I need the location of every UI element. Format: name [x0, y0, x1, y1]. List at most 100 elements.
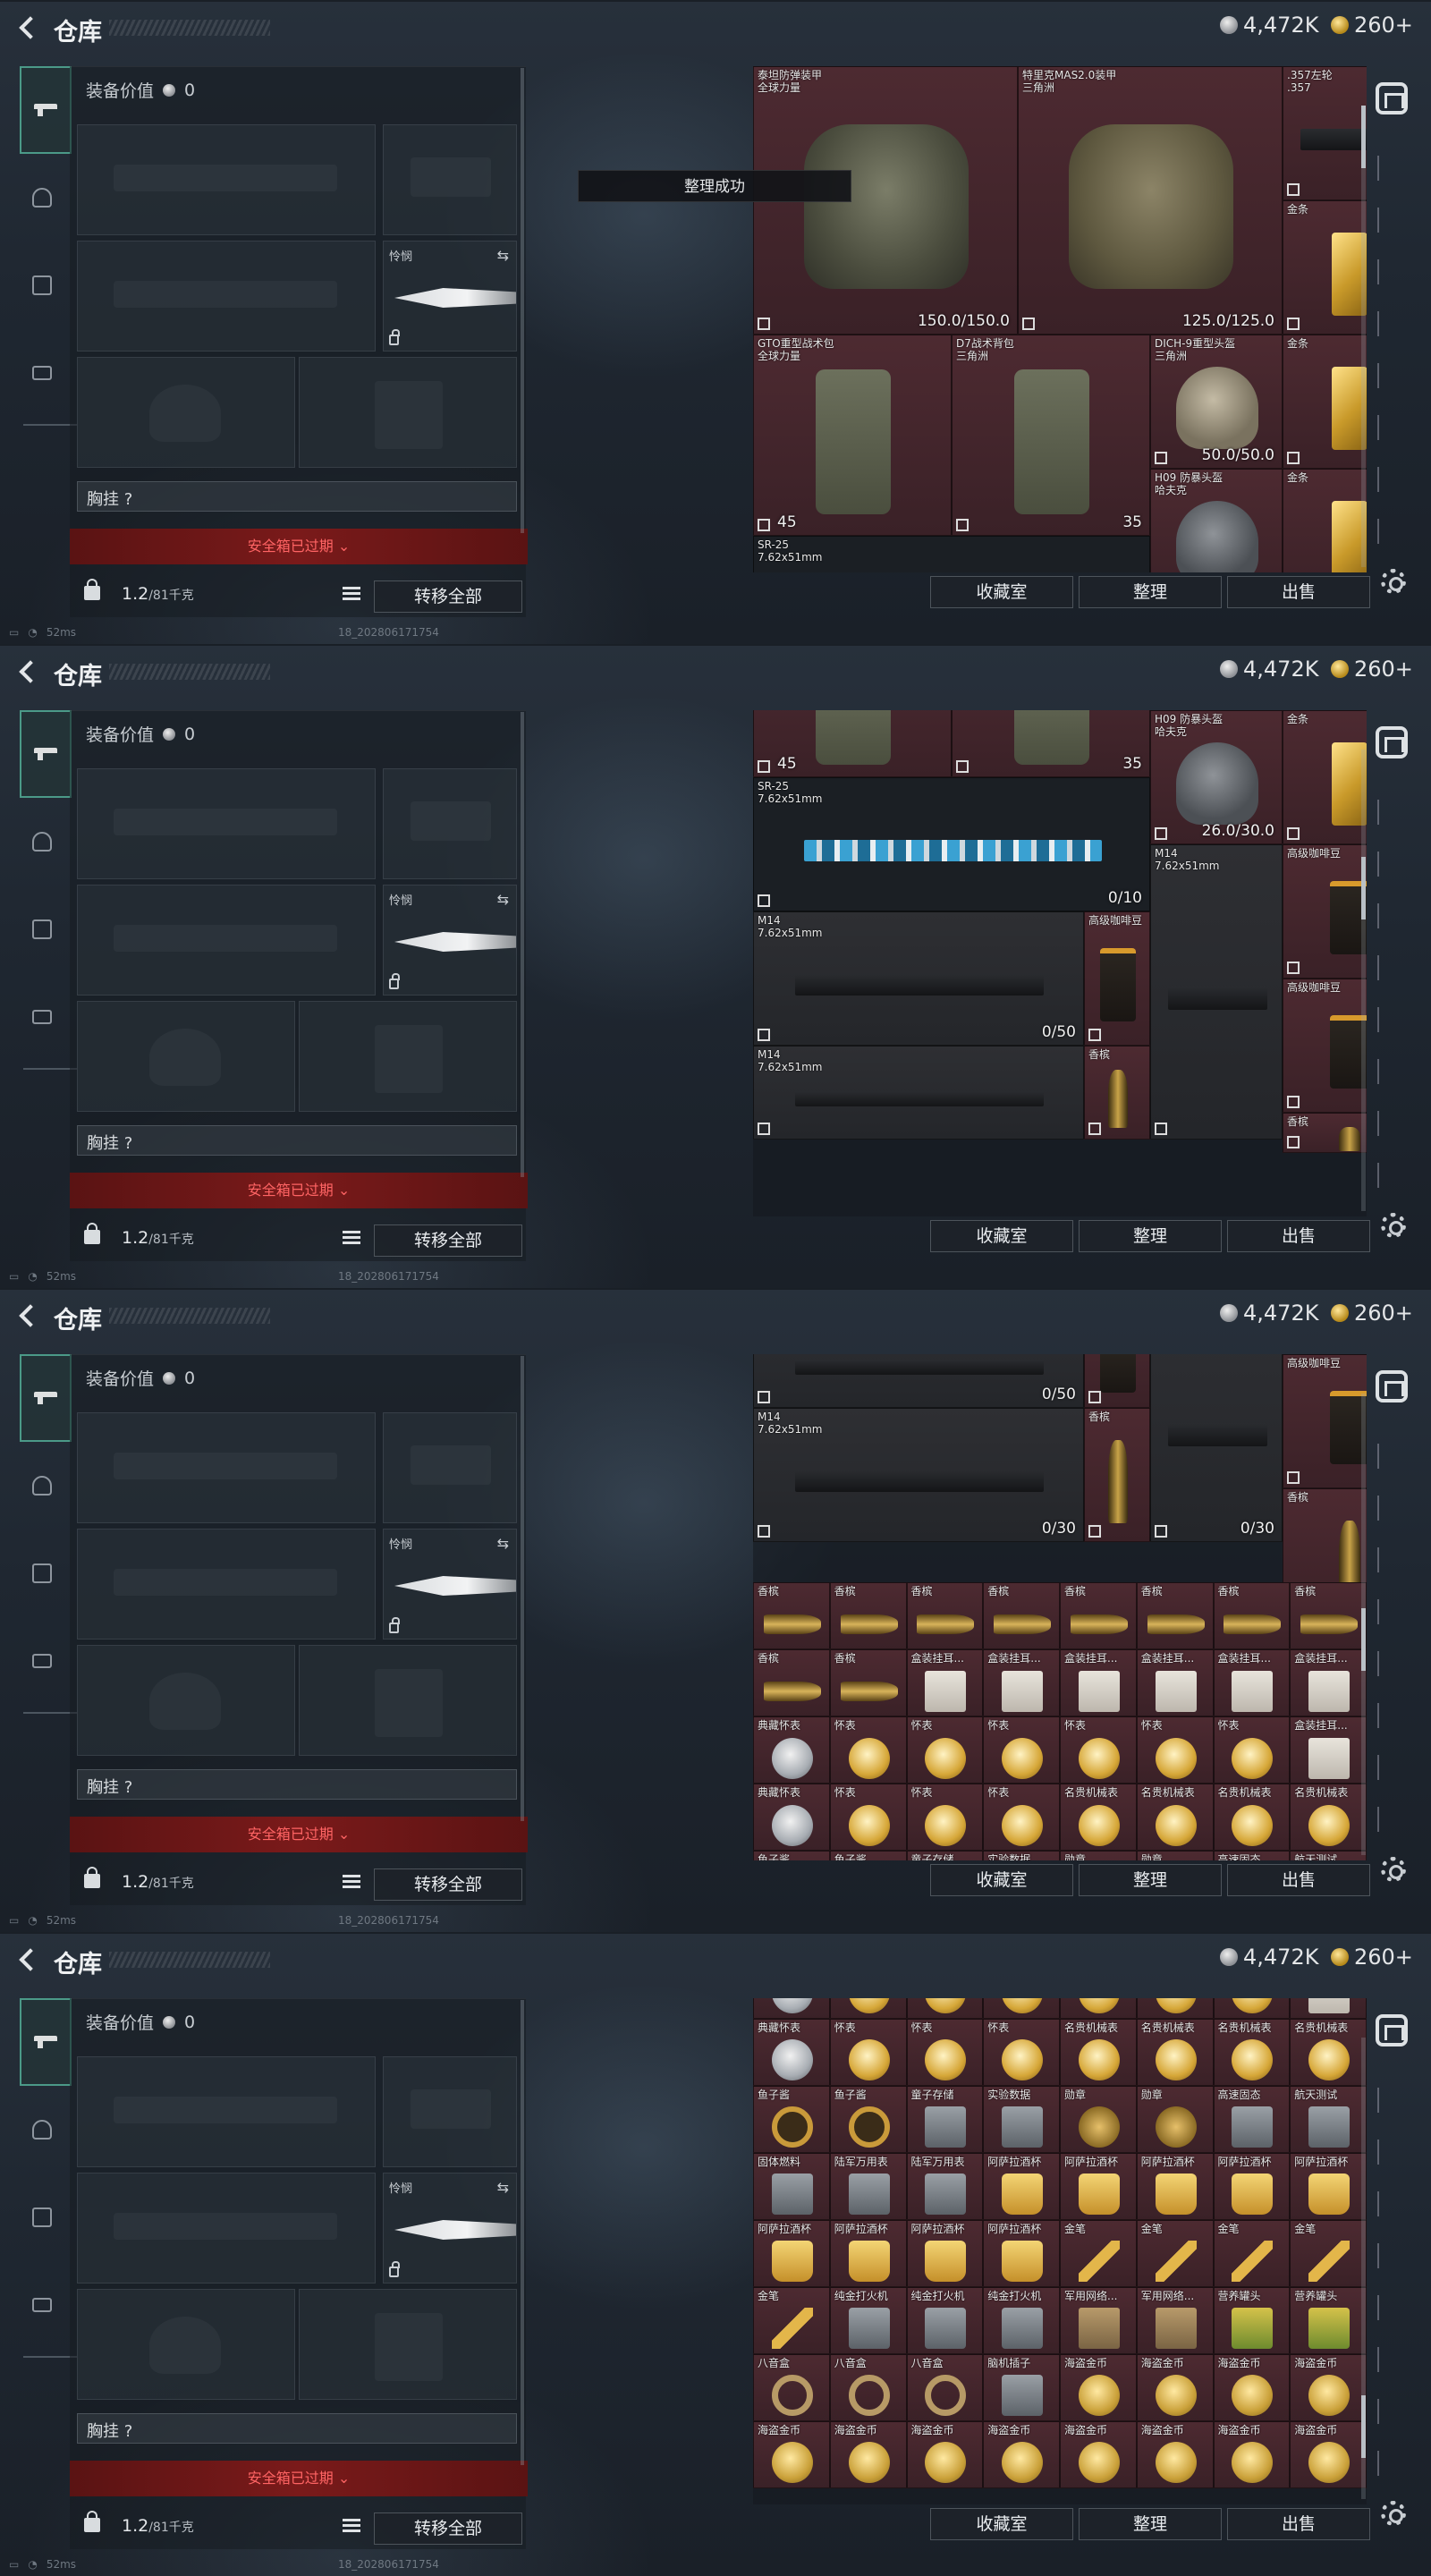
stash-scroll-thumb[interactable]	[1361, 857, 1366, 919]
loadout-slot-icon[interactable]	[1377, 1755, 1413, 1780]
stash-item[interactable]: 高级咖啡豆	[1283, 844, 1367, 979]
gear-icon[interactable]	[1381, 2501, 1406, 2526]
back-arrow-icon[interactable]	[16, 660, 36, 682]
stash-item[interactable]: DICH-9重型头盔 三角洲 50.0/50.0	[1150, 335, 1283, 469]
stash-item[interactable]: 八音盒	[906, 2353, 984, 2421]
stash-item[interactable]: M14 7.62x51mm	[1150, 844, 1283, 1140]
stash-item[interactable]: 典藏怀表	[753, 1784, 830, 1851]
organize-button[interactable]: 整理	[1079, 1220, 1222, 1252]
collection-room-button[interactable]: 收藏室	[930, 1220, 1073, 1252]
stash-item[interactable]: 实验数据	[983, 1851, 1060, 1860]
stash-item[interactable]: 怀表	[983, 1784, 1060, 1851]
stash-item[interactable]: 怀表	[906, 1716, 984, 1784]
loadout-slot-icon[interactable]	[1377, 311, 1413, 336]
loadout-slot-icon[interactable]	[1377, 1444, 1413, 1469]
loadout-slot-icon[interactable]	[1377, 2140, 1413, 2165]
stash-item[interactable]: 香槟	[753, 1649, 830, 1716]
loadout-slot-icon[interactable]	[1377, 1807, 1413, 1832]
loadout-slot-icon[interactable]	[1377, 2088, 1413, 2113]
stash-item[interactable]: 陆军万用表	[829, 2152, 907, 2220]
primary-weapon-slot[interactable]	[77, 1412, 376, 1523]
stash-item[interactable]: 八音盒	[753, 2353, 830, 2421]
nav-briefcase[interactable]	[21, 1640, 63, 1682]
loadout-slot-icon[interactable]	[1377, 1496, 1413, 1521]
pistol-slot[interactable]	[383, 1412, 517, 1523]
stash-item[interactable]: 高速固态	[1213, 1851, 1291, 1860]
loadout-slot-icon[interactable]	[1377, 1651, 1413, 1676]
stash-item[interactable]: 怀表	[906, 1784, 984, 1851]
stash-item[interactable]: 纯金打火机	[983, 2286, 1060, 2354]
helmet-slot[interactable]	[77, 1001, 295, 1112]
stash-item[interactable]: 45	[753, 710, 952, 777]
primary-weapon-slot[interactable]	[77, 124, 376, 235]
stash-item[interactable]: M14 7.62x51mm 0/30	[753, 1408, 1084, 1542]
stash-item[interactable]: 阿萨拉酒杯	[1213, 2152, 1291, 2220]
stash-item[interactable]: 金笔	[1213, 2219, 1291, 2287]
stash-item[interactable]: 高级咖啡豆	[1283, 979, 1367, 1113]
nav-weapons[interactable]	[20, 66, 72, 154]
stash-item[interactable]: 典藏怀表	[753, 1998, 830, 2019]
stash-item[interactable]: 名贵机械表	[1213, 1784, 1291, 1851]
stash-item[interactable]: 纯金打火机	[829, 2286, 907, 2354]
stash-item[interactable]: 盒装挂耳...	[1060, 1649, 1137, 1716]
loadout-slot-icon[interactable]	[1377, 852, 1413, 877]
stash-item[interactable]: 阿萨拉酒杯	[753, 2219, 830, 2287]
sell-button[interactable]: 出售	[1227, 2508, 1370, 2540]
loadout-slot-icon[interactable]	[1377, 363, 1413, 388]
hideout-icon[interactable]	[1376, 2014, 1408, 2046]
stash-item[interactable]: 典藏怀表	[753, 1716, 830, 1784]
pistol-slot[interactable]	[383, 124, 517, 235]
stash-item[interactable]: 怀表	[829, 1998, 907, 2019]
collection-room-button[interactable]: 收藏室	[930, 2508, 1073, 2540]
gold-currency[interactable]: 260+	[1331, 657, 1413, 682]
stash-item[interactable]: 盒装挂耳...	[1290, 1649, 1367, 1716]
stash-item[interactable]: .357左轮 .3570/6	[1283, 66, 1367, 200]
loadout-slot-icon[interactable]	[1377, 2191, 1413, 2216]
stash-item[interactable]: 名贵机械表	[1060, 2018, 1137, 2086]
stash-item[interactable]: 0/50	[753, 1354, 1084, 1408]
loadout-slot-icon[interactable]	[1377, 156, 1413, 181]
stash-item[interactable]: 阿萨拉酒杯	[1136, 2152, 1214, 2220]
stash-item[interactable]: 鱼子酱	[753, 2085, 830, 2153]
stash-item[interactable]: 海盗金币	[753, 2420, 830, 2488]
armor-slot[interactable]	[299, 1645, 517, 1756]
stash-item[interactable]: 香槟	[1213, 1582, 1291, 1649]
transfer-all-button[interactable]: 转移全部	[374, 580, 522, 613]
stash-item[interactable]: 怀表	[1213, 1716, 1291, 1784]
nav-helmet[interactable]	[21, 821, 63, 862]
swap-icon[interactable]: ⇆	[497, 247, 509, 264]
stash-item[interactable]: 怀表	[829, 1716, 907, 1784]
chest-rig-slot[interactable]: 胸挂 ?	[77, 2413, 517, 2444]
stash-item[interactable]: 名贵机械表	[1290, 2018, 1367, 2086]
stash-item[interactable]: 勋章	[1136, 1851, 1214, 1860]
loadout-slot-icon[interactable]	[1377, 2347, 1413, 2372]
sell-button[interactable]: 出售	[1227, 576, 1370, 608]
stash-item[interactable]: 金笔	[753, 2286, 830, 2354]
stash-item[interactable]: 海盗金币	[1136, 2353, 1214, 2421]
stash-item[interactable]: 航天测试	[1290, 1851, 1367, 1860]
stash-item[interactable]: 香槟	[1084, 1046, 1150, 1140]
stash-item[interactable]: 实验数据	[983, 2085, 1060, 2153]
stash-item[interactable]: 盒装挂耳...	[906, 1649, 984, 1716]
stash-item[interactable]: 阿萨拉酒杯	[1290, 2152, 1367, 2220]
stash-item[interactable]: 阿萨拉酒杯	[906, 2219, 984, 2287]
stash-item[interactable]: 特里克MAS2.0装甲 三角洲 125.0/125.0	[1018, 66, 1283, 335]
stash-item[interactable]: 高级咖啡豆	[1084, 911, 1150, 1046]
loadout-slot-icon[interactable]	[1377, 2243, 1413, 2268]
stash-item[interactable]: 海盗金币	[1060, 2420, 1137, 2488]
back-arrow-icon[interactable]	[16, 1304, 36, 1326]
stash-item[interactable]: 高级咖啡豆	[1283, 1354, 1367, 1488]
stash-item[interactable]: 香槟	[829, 1649, 907, 1716]
stash-item[interactable]: 金笔	[1060, 2219, 1137, 2287]
organize-button[interactable]: 整理	[1079, 576, 1222, 608]
stash-item[interactable]: 阿萨拉酒杯	[983, 2152, 1060, 2220]
stash-item[interactable]: 香槟	[1084, 1408, 1150, 1542]
stash-item[interactable]: 鱼子酱	[829, 1851, 907, 1860]
stash-item[interactable]: 勋章	[1060, 2085, 1137, 2153]
stash-item[interactable]: M14 7.62x51mm 0/50	[753, 911, 1084, 1046]
stash-item[interactable]: 八音盒	[829, 2353, 907, 2421]
stash-item[interactable]: 阿萨拉酒杯	[983, 2219, 1060, 2287]
stash-item[interactable]: 脑机插子	[983, 2353, 1060, 2421]
stash-item[interactable]: 鱼子酱	[829, 2085, 907, 2153]
loadout-slot-icon[interactable]	[1377, 800, 1413, 825]
